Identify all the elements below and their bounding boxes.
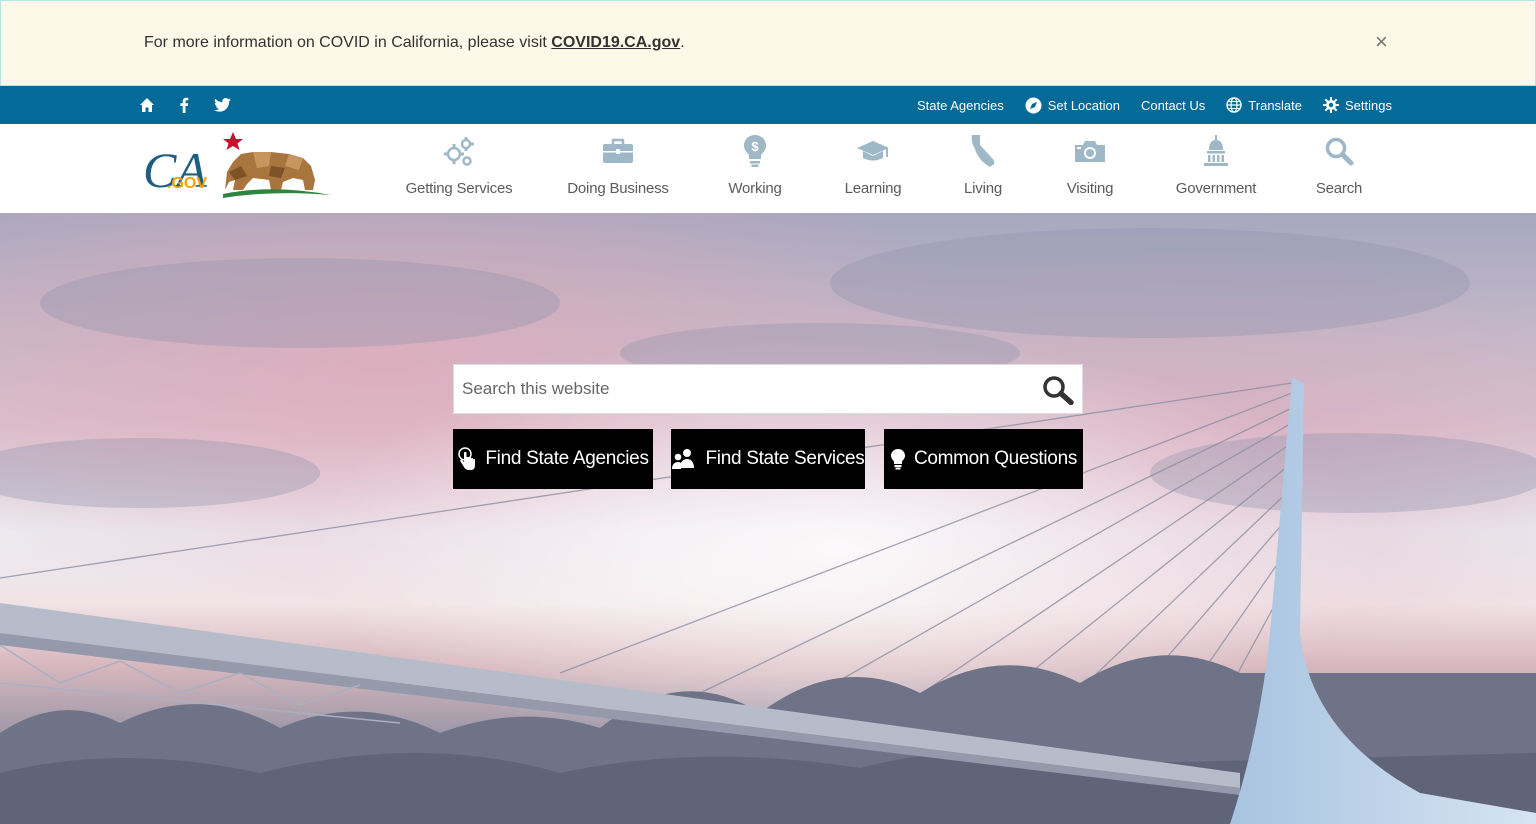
facebook-icon[interactable] (175, 96, 193, 114)
close-alert-button[interactable]: × (1375, 30, 1388, 54)
nav-learning[interactable]: Learning (842, 134, 904, 206)
ca-gov-logo[interactable]: CA .GOV (143, 132, 331, 200)
nav-search[interactable]: Search (1314, 134, 1364, 206)
globe-icon (1226, 97, 1242, 113)
people-icon (672, 449, 695, 469)
find-state-agencies-button[interactable]: Find State Agencies (453, 429, 653, 489)
common-questions-button[interactable]: Common Questions (884, 429, 1083, 489)
nav-working[interactable]: $ Working (724, 134, 786, 206)
nav-label: Visiting (1066, 180, 1114, 197)
camera-icon (1073, 134, 1107, 168)
alert-message: For more information on COVID in Califor… (144, 34, 685, 52)
utility-links: State Agencies Set Location Contact Us T… (917, 86, 1392, 124)
translate-label: Translate (1248, 97, 1303, 113)
covid-link[interactable]: COVID19.CA.gov (551, 34, 680, 51)
find-state-services-button[interactable]: Find State Services (671, 429, 865, 489)
settings-label: Settings (1345, 97, 1392, 113)
nav-government[interactable]: Government (1176, 134, 1256, 206)
hero-background-image (0, 213, 1536, 824)
search-icon (1043, 376, 1074, 406)
logo-suffix: .GOV (167, 175, 207, 192)
search-input[interactable] (454, 365, 1040, 413)
hero-banner: Find State Agencies Find State Services … (0, 213, 1536, 824)
search-submit-button[interactable] (1042, 375, 1074, 406)
translate-link[interactable]: Translate (1226, 97, 1302, 113)
twitter-icon[interactable] (213, 96, 231, 114)
pointer-hand-icon (458, 447, 476, 470)
contact-us-label: Contact Us (1140, 97, 1206, 113)
alert-text: For more information on COVID in Califor… (144, 34, 552, 51)
nav-doing-business[interactable]: Doing Business (567, 134, 669, 206)
gear-icon (1323, 97, 1340, 113)
covid-alert-banner: For more information on COVID in Califor… (0, 0, 1536, 86)
utility-bar: State Agencies Set Location Contact Us T… (0, 86, 1536, 124)
nav-label: Search (1315, 180, 1363, 197)
nav-label: Doing Business (567, 180, 669, 197)
california-icon (966, 134, 1000, 168)
main-nav: Getting Services Doing Business $ Workin… (380, 124, 1400, 213)
location-icon (1025, 97, 1042, 113)
set-location-label: Set Location (1047, 97, 1120, 113)
contact-us-link[interactable]: Contact Us (1141, 98, 1205, 113)
graduation-cap-icon (856, 134, 890, 168)
nav-label: Learning (844, 180, 902, 197)
state-agencies-label: State Agencies (916, 97, 1004, 113)
capitol-icon (1199, 134, 1233, 168)
briefcase-icon (601, 134, 635, 168)
set-location-link[interactable]: Set Location (1025, 97, 1120, 114)
lightbulb-dollar-icon: $ (738, 134, 772, 168)
find-state-services-label: Find State Services (705, 448, 865, 469)
site-header: CA .GOV Getting Services Doing Business … (0, 124, 1536, 213)
nav-label: Working (728, 180, 782, 197)
nav-visiting[interactable]: Visiting (1062, 134, 1118, 206)
common-questions-label: Common Questions (913, 448, 1078, 469)
settings-link[interactable]: Settings (1323, 97, 1392, 113)
nav-living[interactable]: Living (960, 134, 1006, 206)
home-icon[interactable] (138, 96, 156, 114)
nav-label: Getting Services (405, 180, 513, 197)
find-state-agencies-label: Find State Agencies (485, 448, 649, 469)
gears-icon (442, 134, 476, 168)
search-icon (1322, 134, 1356, 168)
nav-label: Living (964, 180, 1002, 197)
site-search (453, 364, 1083, 414)
state-agencies-link[interactable]: State Agencies (917, 98, 1004, 113)
nav-label: Government (1175, 180, 1257, 197)
alert-suffix: . (680, 34, 685, 51)
lightbulb-icon (890, 449, 905, 470)
nav-getting-services[interactable]: Getting Services (406, 134, 513, 206)
svg-text:$: $ (751, 139, 759, 154)
